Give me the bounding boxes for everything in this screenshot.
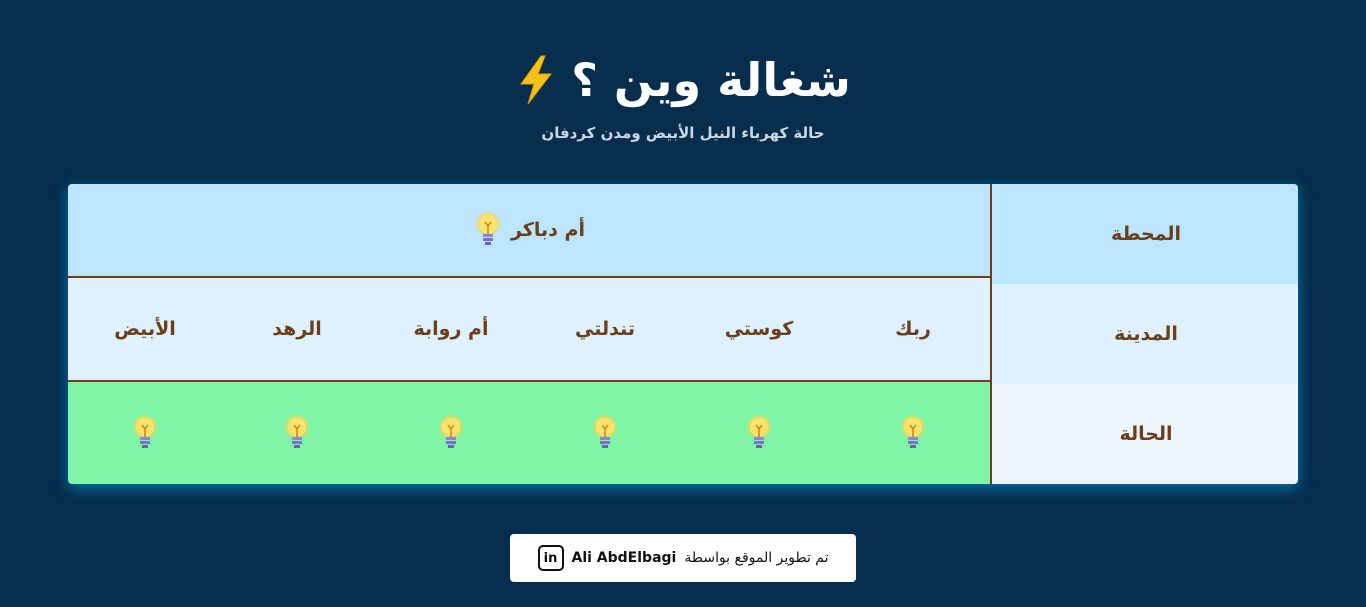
page-subtitle: حالة كهرباء النيل الأبيض ومدن كردفان — [541, 124, 825, 142]
status-cell — [528, 382, 682, 484]
city-cell: تندلتي — [575, 318, 635, 340]
lightbulb-icon — [901, 415, 925, 448]
footer-credit: تم تطوير الموقع بواسطة Ali AbdElbagi in — [510, 534, 856, 582]
linkedin-icon[interactable]: in — [537, 545, 564, 571]
author-name[interactable]: Ali AbdElbagi — [572, 550, 677, 566]
city-cell: الرهد — [272, 318, 322, 340]
city-cell: الأبيض — [114, 318, 176, 340]
city-row: ربك كوستي تندلتي أم روابة الرهد الأبيض — [68, 278, 990, 382]
lightbulb-icon — [476, 212, 501, 245]
status-cell — [220, 382, 374, 484]
status-cell — [68, 382, 222, 484]
lightbulb-icon — [133, 415, 157, 448]
lightbulb-icon — [593, 415, 617, 448]
city-cell: أم روابة — [413, 318, 489, 340]
page-title-wrap: شغالة وين ؟ — [515, 48, 851, 112]
lightbulb-icon — [747, 415, 771, 448]
page-header: شغالة وين ؟ حالة كهرباء النيل الأبيض ومد… — [0, 48, 1366, 142]
row-header-column: المحطة المدينة الحالة — [990, 184, 1298, 484]
city-cell: ربك — [895, 318, 931, 340]
lightbulb-icon — [285, 415, 309, 448]
city-cell: كوستي — [724, 318, 794, 340]
power-status-table: أم دباكر ربك كوستي تندلتي أم روابة الرهد… — [68, 184, 1298, 484]
station-row: أم دباكر — [68, 184, 990, 278]
status-cell — [682, 382, 836, 484]
page-title: شغالة وين ؟ — [571, 53, 851, 107]
row-header-city: المدينة — [992, 284, 1298, 384]
lightning-icon — [520, 55, 553, 105]
lightbulb-icon — [439, 415, 463, 448]
status-cell — [374, 382, 528, 484]
row-header-status: الحالة — [992, 384, 1298, 484]
status-row — [68, 382, 990, 484]
row-header-station: المحطة — [992, 184, 1298, 284]
status-cell — [836, 382, 990, 484]
station-name: أم دباكر — [511, 219, 585, 241]
credit-text: تم تطوير الموقع بواسطة — [684, 550, 829, 566]
